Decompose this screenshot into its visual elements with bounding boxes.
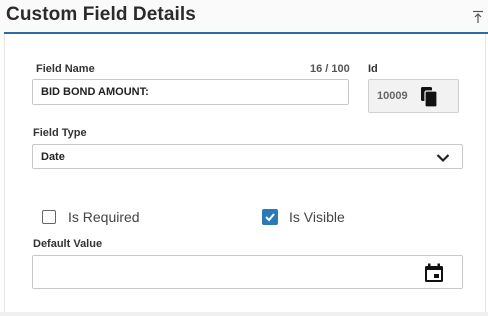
field-name-input[interactable]: BID BOND AMOUNT: [32, 79, 349, 105]
panel-body: Field Name 16 / 100 BID BOND AMOUNT: Id … [4, 34, 486, 312]
field-name-value: BID BOND AMOUNT: [41, 86, 149, 98]
id-value: 10009 [377, 90, 408, 102]
id-field: 10009 [368, 79, 459, 113]
panel-title: Custom Field Details [6, 4, 196, 25]
field-type-value: Date [41, 150, 65, 163]
is-required-checkbox[interactable] [42, 210, 56, 224]
is-required-label[interactable]: Is Required [68, 209, 140, 225]
field-name-label: Field Name [36, 63, 95, 75]
collapse-up-icon[interactable] [472, 10, 484, 24]
is-visible-checkbox[interactable] [262, 209, 278, 225]
panel-header: Custom Field Details [0, 0, 488, 34]
bottom-edge [0, 312, 488, 316]
default-value-input[interactable] [32, 255, 463, 289]
default-value-label: Default Value [33, 238, 103, 250]
calendar-icon[interactable] [424, 263, 444, 283]
chevron-down-icon [436, 154, 450, 163]
copy-icon[interactable] [421, 87, 437, 107]
is-visible-label[interactable]: Is Visible [289, 209, 345, 225]
id-label: Id [368, 63, 378, 75]
field-type-label: Field Type [33, 127, 87, 139]
checkmark-icon [265, 213, 275, 222]
field-name-counter: 16 / 100 [310, 63, 350, 75]
field-type-select[interactable]: Date [32, 144, 463, 169]
